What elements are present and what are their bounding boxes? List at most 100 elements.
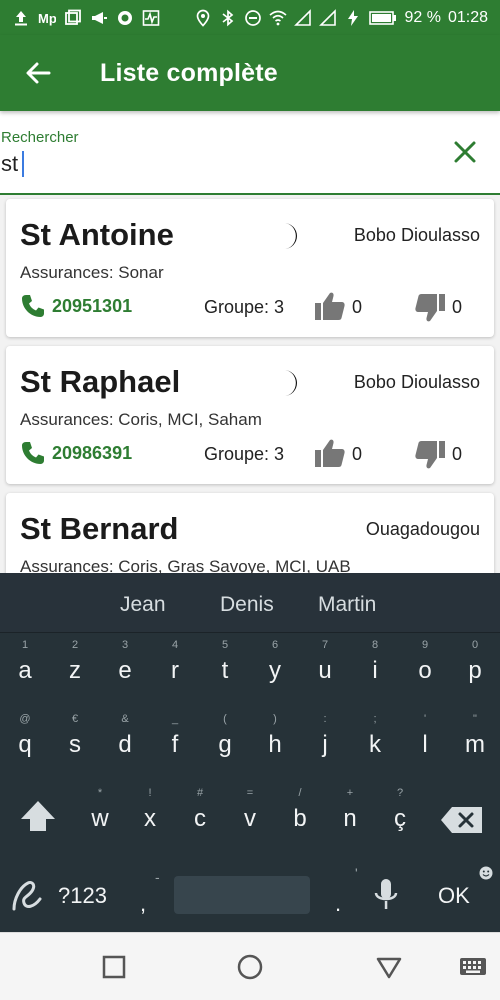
thumbs-up-icon[interactable] [314,438,346,468]
results-list[interactable]: St Antoine Bobo Dioulasso Assurances: So… [0,195,500,573]
search-field[interactable]: Rechercher st [0,111,500,195]
charging-icon [348,9,359,26]
record-icon [118,10,132,25]
pharmacy-group: Groupe: 3 [204,444,285,464]
result-card[interactable]: St Antoine Bobo Dioulasso Assurances: So… [6,199,494,337]
key-o[interactable]: 9o [400,637,450,697]
key-g[interactable]: (g [200,711,250,771]
key-w[interactable]: * w [75,785,125,845]
key-b[interactable]: / b [275,785,325,845]
back-triangle-icon[interactable] [375,953,403,981]
mp-icon: Mp [38,11,56,26]
handwriting-icon[interactable] [10,879,46,913]
phone-icon [22,295,44,317]
moon-icon [284,370,297,396]
phone-link[interactable]: 20951301 [20,293,132,319]
arrow-left-icon [26,62,51,84]
comma-hint: - [155,869,160,885]
status-bar: Mp 92 % 01:28 [0,0,500,35]
battery-percent: 92 % [404,8,441,26]
dislikes-count: 0 [452,444,463,464]
thumbs-down-icon[interactable] [414,440,446,470]
space-key[interactable] [174,876,310,914]
clock: 01:28 [447,8,488,26]
ok-key[interactable]: OK [438,883,470,909]
keyboard-switch-icon[interactable] [458,953,488,981]
location-icon [197,9,210,27]
key-i[interactable]: 8i [350,637,400,697]
suggestion-item[interactable]: Martin [318,593,376,617]
pharmacy-insurances: Assurances: Coris, MCI, Saham [20,410,262,429]
result-card[interactable]: St Raphael Bobo Dioulasso Assurances: Co… [6,346,494,484]
likes-count: 0 [352,297,363,317]
period-key[interactable]: . [335,891,341,917]
upload-icon [15,10,27,25]
battery-icon [369,10,397,25]
text-cursor [22,151,25,177]
key-e[interactable]: 3e [100,637,150,697]
suggestion-item[interactable]: Denis [220,593,274,617]
dislikes-count: 0 [452,297,463,317]
signal-icon [319,8,337,26]
key-a[interactable]: 1a [0,637,50,697]
key-h[interactable]: ) h [250,711,300,771]
search-input[interactable]: st [1,151,25,177]
window-icon [65,9,81,25]
key-m[interactable]: " m [450,711,500,771]
app-bar: Liste complète [0,35,500,111]
search-input-value: st [1,151,19,176]
key-r[interactable]: 4r [150,637,200,697]
thumbs-down-icon[interactable] [414,293,446,323]
soft-keyboard[interactable]: Jean Denis Martin 1a 2z 3e 4r 5t 6y 7u 8… [0,573,500,932]
key-f[interactable]: _ f [150,711,200,771]
key-v[interactable]: = v [225,785,275,845]
emoji-icon[interactable] [478,865,494,881]
dnd-icon [245,9,262,26]
pharmacy-city: Bobo Dioulasso [353,372,480,392]
pharmacy-insurances: Assurances: Coris, Gras Savoye, MCI, UAB [20,557,351,573]
result-card[interactable]: St Bernard Ouagadougou Assurances: Coris… [6,493,494,573]
key-t[interactable]: 5t [200,637,250,697]
key-n[interactable]: + n [325,785,375,845]
key-u[interactable]: 7u [300,637,350,697]
key-j[interactable]: :j [300,711,350,771]
microphone-icon[interactable] [372,877,400,913]
pharmacy-name: St Raphael [20,364,181,399]
thumbs-up-icon[interactable] [314,291,346,321]
recents-square-icon[interactable] [100,953,128,981]
pharmacy-city: Ouagadougou [365,519,480,539]
key-c[interactable]: # c [175,785,225,845]
likes-count: 0 [352,444,363,464]
pharmacy-city: Bobo Dioulasso [353,225,480,245]
suggestion-strip: Jean Denis Martin [0,573,500,633]
period-hint: ' [355,865,358,881]
key-c-cedilla[interactable]: ? ç [375,785,425,845]
key-d[interactable]: & d [100,711,150,771]
status-left-icons: Mp [12,9,160,27]
symbols-key[interactable]: ?123 [58,883,107,909]
megaphone-icon [92,11,107,24]
pharmacy-group: Groupe: 3 [204,297,285,317]
phone-number: 20951301 [52,295,133,316]
key-y[interactable]: 6y [250,637,300,697]
close-icon[interactable] [450,137,480,167]
key-p[interactable]: 0p [450,637,500,697]
key-l[interactable]: ' l [400,711,450,771]
key-s[interactable]: € s [50,711,100,771]
backspace-icon[interactable] [440,805,484,835]
phone-number: 20986391 [52,442,133,463]
pharmacy-insurances: Assurances: Sonar [20,263,164,282]
phone-link[interactable]: 20986391 [20,440,132,466]
pharmacy-name: St Bernard [20,511,179,546]
home-circle-icon[interactable] [236,953,264,981]
shift-icon[interactable] [18,799,58,833]
key-z[interactable]: 2z [50,637,100,697]
key-x[interactable]: ! x [125,785,175,845]
key-k[interactable]: ; k [350,711,400,771]
pharmacy-name: St Antoine [20,217,174,252]
back-button[interactable] [0,35,76,111]
suggestion-item[interactable]: Jean [120,593,166,617]
page-title: Liste complète [100,58,278,87]
comma-key[interactable]: , [140,891,146,917]
key-q[interactable]: @ q [0,711,50,771]
